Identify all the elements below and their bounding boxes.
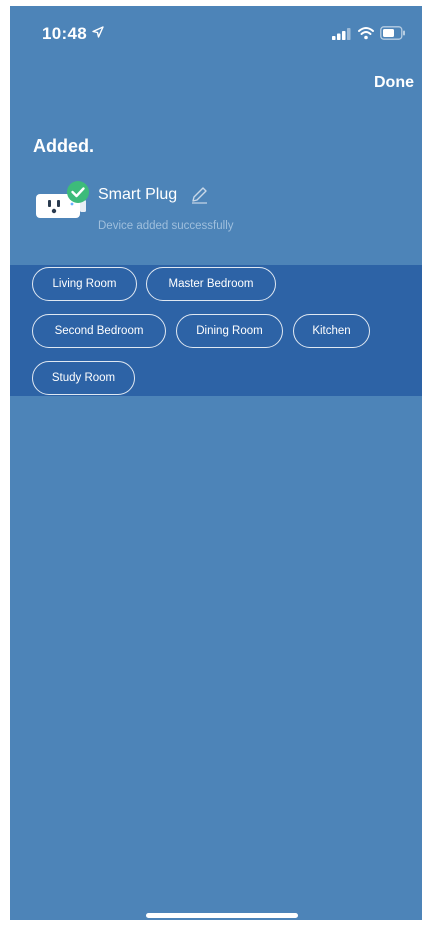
status-bar: 10:48 <box>10 6 422 56</box>
check-badge-icon <box>67 181 89 203</box>
home-indicator[interactable] <box>146 913 298 918</box>
room-chip-kitchen[interactable]: Kitchen <box>293 314 370 348</box>
room-chip-study-room[interactable]: Study Room <box>32 361 135 395</box>
status-time: 10:48 <box>42 24 87 43</box>
pencil-icon[interactable] <box>190 186 208 204</box>
cellular-signal-icon <box>332 28 351 40</box>
wifi-icon <box>358 27 374 40</box>
location-arrow-icon <box>92 26 104 38</box>
device-status: Device added successfully <box>98 220 234 232</box>
room-chip-dining-room[interactable]: Dining Room <box>176 314 283 348</box>
room-chip-master-bedroom[interactable]: Master Bedroom <box>146 267 276 301</box>
room-chip-living-room[interactable]: Living Room <box>32 267 137 301</box>
device-name: Smart Plug <box>98 186 178 203</box>
room-selector: Living Room Master Bedroom Second Bedroo… <box>10 265 422 396</box>
page-title: Added. <box>33 136 94 156</box>
battery-icon <box>380 26 405 40</box>
done-button[interactable]: Done <box>370 70 418 96</box>
smart-plug-icon <box>36 181 89 218</box>
app-screen: 10:48 Done Added. Smart Plug Device adde… <box>10 6 422 920</box>
room-chip-second-bedroom[interactable]: Second Bedroom <box>32 314 166 348</box>
